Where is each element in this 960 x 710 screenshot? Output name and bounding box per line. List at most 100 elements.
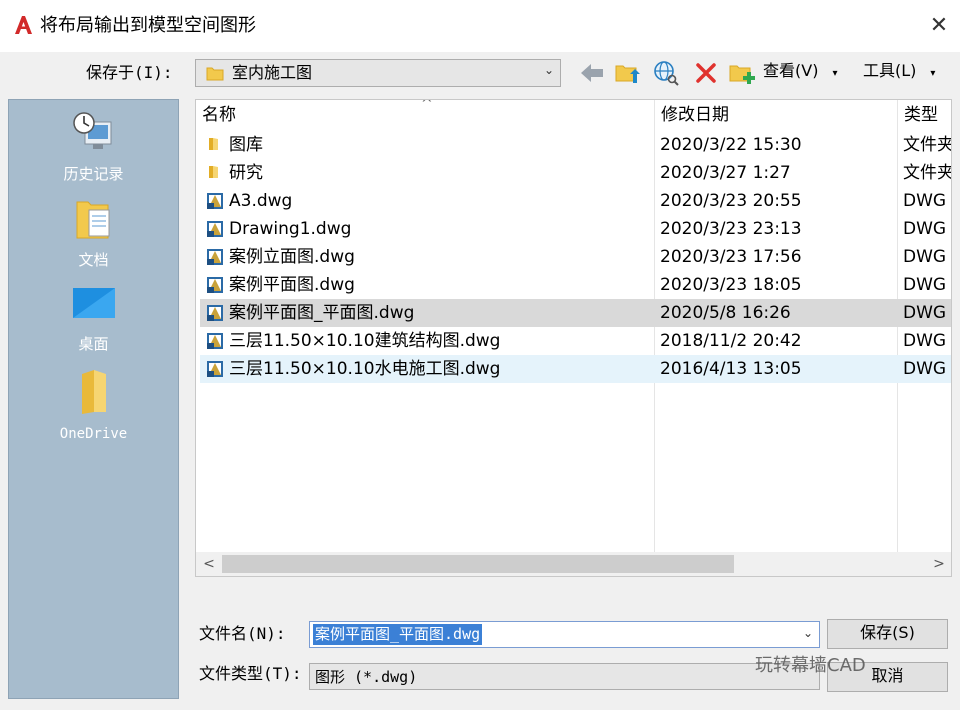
file-type: DWG bbox=[903, 303, 947, 323]
dwg-file-icon bbox=[206, 220, 224, 242]
filename-label: 文件名(N): bbox=[199, 624, 286, 643]
documents-icon bbox=[76, 201, 109, 239]
file-date: 2020/3/23 23:13 bbox=[660, 219, 802, 239]
file-date: 2020/3/27 1:27 bbox=[660, 163, 791, 183]
file-name: 案例平面图_平面图.dwg bbox=[229, 303, 415, 323]
file-date: 2020/3/23 17:56 bbox=[660, 247, 802, 267]
history-icon bbox=[72, 112, 111, 149]
file-row[interactable]: 案例平面图.dwg 2020/3/23 18:05 DWG bbox=[200, 271, 951, 299]
view-menu[interactable]: 查看(V) ▾ bbox=[763, 60, 837, 85]
dwg-file-icon bbox=[206, 304, 224, 326]
file-type: DWG bbox=[903, 359, 947, 379]
file-date: 2020/5/8 16:26 bbox=[660, 303, 791, 323]
file-date: 2016/4/13 13:05 bbox=[660, 359, 802, 379]
new-folder-icon bbox=[729, 65, 755, 84]
column-header-name[interactable]: 名称 bbox=[202, 104, 236, 126]
chevron-down-icon: ⌄ bbox=[543, 63, 554, 77]
file-name: A3.dwg bbox=[229, 191, 293, 211]
delete-icon bbox=[696, 63, 716, 83]
file-name: 案例立面图.dwg bbox=[229, 247, 355, 267]
folder-up-icon bbox=[615, 65, 640, 83]
desktop-icon bbox=[72, 288, 115, 318]
place-history[interactable]: 历史记录 bbox=[9, 110, 178, 184]
file-row[interactable]: 图库 2020/3/22 15:30 文件夹 bbox=[200, 131, 951, 159]
folder-icon bbox=[206, 164, 222, 184]
window-title: 将布局输出到模型空间图形 bbox=[40, 15, 256, 36]
folder-icon bbox=[206, 67, 224, 81]
close-button[interactable]: ✕ bbox=[922, 10, 956, 42]
file-row[interactable]: 研究 2020/3/27 1:27 文件夹 bbox=[200, 159, 951, 187]
title-bar: 将布局输出到模型空间图形 ✕ bbox=[0, 0, 960, 52]
tools-menu-label: 工具(L) bbox=[863, 61, 917, 80]
file-row[interactable]: 三层11.50×10.10水电施工图.dwg 2016/4/13 13:05 DWG bbox=[200, 355, 951, 383]
file-name: 三层11.50×10.10建筑结构图.dwg bbox=[229, 331, 501, 351]
filetype-label: 文件类型(T): bbox=[199, 664, 302, 683]
scroll-left-icon[interactable]: < bbox=[200, 554, 218, 574]
file-date: 2020/3/22 15:30 bbox=[660, 135, 802, 155]
file-row[interactable]: A3.dwg 2020/3/23 20:55 DWG bbox=[200, 187, 951, 215]
place-desktop[interactable]: 桌面 bbox=[9, 284, 178, 354]
file-type: DWG bbox=[903, 191, 947, 211]
file-date: 2018/11/2 20:42 bbox=[660, 331, 802, 351]
column-header-date[interactable]: 修改日期 bbox=[661, 104, 729, 126]
file-type: 文件夹 bbox=[903, 163, 952, 183]
filename-value: 案例平面图_平面图.dwg bbox=[313, 624, 483, 645]
dwg-file-icon bbox=[206, 360, 224, 382]
scroll-right-icon[interactable]: > bbox=[930, 554, 948, 574]
file-type: DWG bbox=[903, 219, 947, 239]
onedrive-folder-icon bbox=[81, 370, 106, 414]
new-folder-button[interactable] bbox=[727, 58, 757, 88]
dwg-file-icon bbox=[206, 248, 224, 270]
place-label: OneDrive bbox=[59, 426, 128, 442]
save-button[interactable]: 保存(S) bbox=[827, 619, 948, 649]
chevron-down-icon: ▾ bbox=[930, 68, 936, 79]
save-in-dropdown[interactable]: 室内施工图 ⌄ bbox=[195, 59, 561, 87]
file-name: 研究 bbox=[229, 163, 263, 183]
file-name: 案例平面图.dwg bbox=[229, 275, 355, 295]
autocad-logo-icon bbox=[12, 14, 34, 36]
file-name: 三层11.50×10.10水电施工图.dwg bbox=[229, 359, 501, 379]
chevron-down-icon[interactable]: ⌄ bbox=[803, 626, 813, 640]
back-arrow-icon bbox=[581, 64, 603, 82]
file-type: DWG bbox=[903, 331, 947, 351]
folder-icon bbox=[206, 136, 222, 156]
scrollbar-thumb[interactable] bbox=[222, 555, 734, 573]
file-date: 2020/3/23 18:05 bbox=[660, 275, 802, 295]
back-button[interactable] bbox=[577, 58, 607, 88]
up-folder-button[interactable] bbox=[613, 58, 643, 88]
dwg-file-icon bbox=[206, 192, 224, 214]
list-header: 名称 ^ 修改日期 类型 bbox=[196, 100, 951, 130]
place-label: 文档 bbox=[78, 251, 109, 269]
file-row[interactable]: 三层11.50×10.10建筑结构图.dwg 2018/11/2 20:42 DWG bbox=[200, 327, 951, 355]
filename-input[interactable]: 案例平面图_平面图.dwg ⌄ bbox=[309, 621, 820, 648]
file-row[interactable]: Drawing1.dwg 2020/3/23 23:13 DWG bbox=[200, 215, 951, 243]
file-type: DWG bbox=[903, 247, 947, 267]
column-header-type[interactable]: 类型 bbox=[904, 104, 938, 126]
search-web-button[interactable] bbox=[651, 58, 681, 88]
place-onedrive[interactable]: OneDrive bbox=[9, 368, 178, 444]
save-in-value: 室内施工图 bbox=[232, 63, 313, 82]
watermark-text: 玩转幕墙CAD bbox=[755, 655, 866, 676]
file-type: 文件夹 bbox=[903, 135, 952, 155]
save-in-label: 保存于(I): bbox=[86, 63, 173, 82]
place-label: 历史记录 bbox=[63, 165, 124, 183]
horizontal-scrollbar[interactable]: < > bbox=[196, 552, 951, 576]
file-row[interactable]: 案例立面图.dwg 2020/3/23 17:56 DWG bbox=[200, 243, 951, 271]
dwg-file-icon bbox=[206, 276, 224, 298]
filetype-value: 图形 (*.dwg) bbox=[315, 668, 418, 686]
file-row[interactable]: 案例平面图_平面图.dwg 2020/5/8 16:26 DWG bbox=[200, 299, 951, 327]
file-name: Drawing1.dwg bbox=[229, 219, 352, 239]
tools-menu[interactable]: 工具(L) ▾ bbox=[863, 60, 935, 85]
search-web-icon bbox=[654, 61, 679, 86]
file-list[interactable]: 名称 ^ 修改日期 类型 图库 2020/3/22 15:30 文件夹 研究 2020/… bbox=[195, 99, 952, 577]
filetype-select[interactable]: 图形 (*.dwg) bbox=[309, 663, 820, 690]
place-label: 桌面 bbox=[78, 335, 109, 353]
file-name: 图库 bbox=[229, 135, 263, 155]
file-date: 2020/3/23 20:55 bbox=[660, 191, 802, 211]
delete-button[interactable] bbox=[691, 58, 721, 88]
dwg-file-icon bbox=[206, 332, 224, 354]
places-bar: 历史记录 文档 桌面 OneDrive bbox=[8, 99, 179, 699]
file-type: DWG bbox=[903, 275, 947, 295]
view-menu-label: 查看(V) bbox=[763, 61, 819, 80]
place-documents[interactable]: 文档 bbox=[9, 196, 178, 270]
